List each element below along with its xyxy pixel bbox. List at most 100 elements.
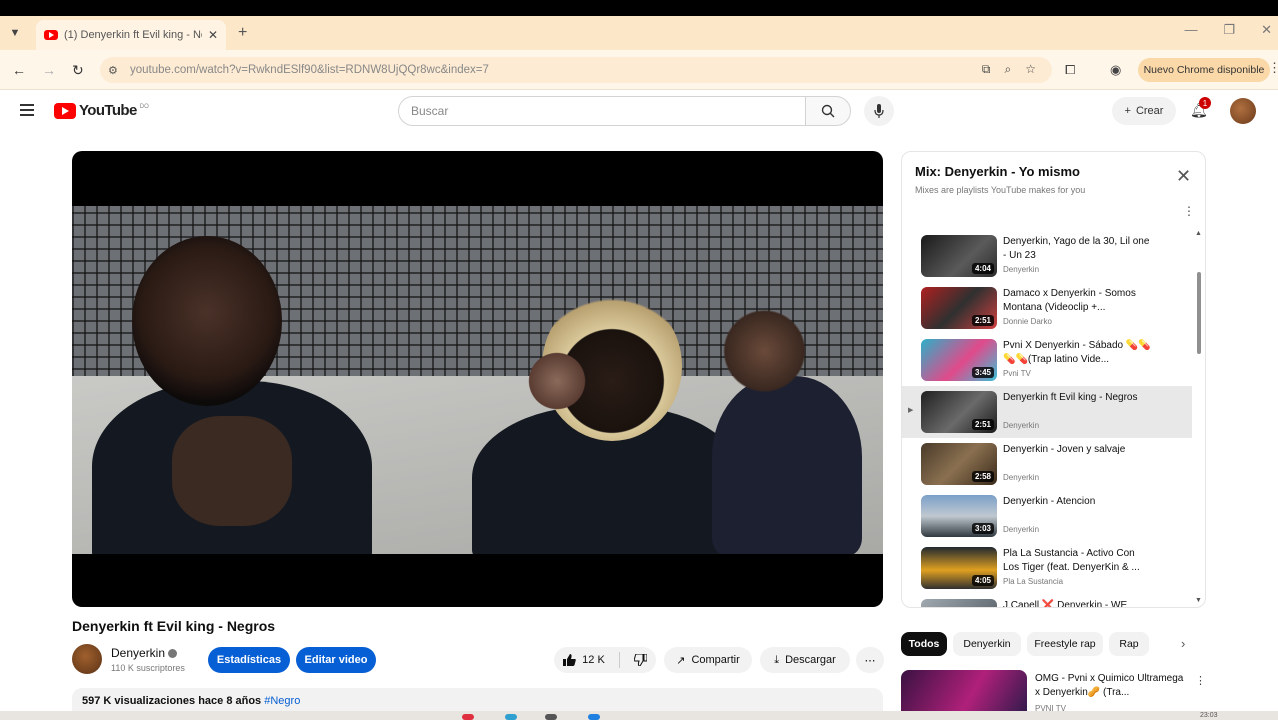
create-label: Crear [1135, 105, 1164, 117]
new-tab-plus-icon[interactable]: + [238, 24, 247, 42]
taskbar-app-icon[interactable] [545, 714, 557, 720]
playlist-item[interactable]: J Capell ❌ Denyerkin - WE [902, 594, 1192, 608]
playlist-item-channel: Pla La Sustancia [1003, 577, 1064, 586]
scroll-down-arrow-icon[interactable]: ▼ [1195, 597, 1202, 604]
duration-badge: 2:51 [971, 315, 994, 326]
chrome-menu-kebab-icon[interactable]: ⋮ [1268, 60, 1278, 76]
like-button[interactable]: 12 K [563, 654, 605, 666]
voice-search-button[interactable] [864, 96, 894, 126]
taskbar-app-icon[interactable] [462, 714, 474, 720]
account-avatar[interactable] [1230, 98, 1256, 124]
duration-badge: 3:45 [971, 367, 994, 378]
window-close-icon[interactable]: ✕ [1261, 22, 1272, 38]
playlist-item-channel: Denyerkin [1003, 525, 1040, 534]
tab-close-icon[interactable]: ✕ [208, 28, 218, 42]
os-taskbar: 23:03 [0, 711, 1278, 720]
duration-badge: 4:05 [971, 575, 994, 586]
chip-rap[interactable]: Rap [1109, 632, 1149, 656]
playlist-item-title: Denyerkin - Atencion [1003, 496, 1096, 507]
chip-denyerkin[interactable]: Denyerkin [953, 632, 1021, 656]
screen-top-bezel [0, 0, 1278, 16]
chip-todos[interactable]: Todos [901, 632, 947, 656]
search-input[interactable] [411, 104, 805, 118]
playlist-more-kebab-icon[interactable]: ⋮ [1183, 204, 1195, 218]
playlist-item-title: Damaco x Denyerkin - Somos Montana (Vide… [1003, 288, 1136, 313]
restore-icon[interactable]: ❐ [1223, 22, 1235, 38]
search-button[interactable] [805, 96, 851, 126]
video-figure-left-head [132, 236, 282, 406]
playlist-item[interactable]: 4:05 Pla La Sustancia - Activo Con Los T… [902, 542, 1192, 594]
playlist-item-title: J Capell ❌ Denyerkin - WE [1003, 600, 1128, 608]
video-owner-row: Denyerkin 110 K suscriptores Estadística… [72, 644, 884, 676]
duration-badge: 2:51 [971, 419, 994, 430]
url-text: youtube.com/watch?v=RwkndESlf90&list=RDN… [130, 64, 489, 76]
download-button[interactable]: ⤓ Descargar [760, 647, 850, 673]
subscriber-count: 110 K suscriptores [111, 663, 185, 673]
playlist-item-thumbnail: 2:58 [921, 443, 997, 485]
back-arrow-icon[interactable]: ← [12, 62, 26, 78]
playlist-item-thumbnail: 2:51 [921, 287, 997, 329]
verified-badge-icon [168, 649, 178, 659]
playlist-item-channel: Denyerkin [1003, 265, 1040, 274]
playlist-item-title: Pla La Sustancia - Activo Con Los Tiger … [1003, 548, 1140, 573]
share-label: Compartir [691, 654, 740, 666]
analytics-button[interactable]: Estadísticas [208, 647, 290, 673]
playlist-item-channel: Pvni TV [1003, 369, 1031, 378]
taskbar-app-icon[interactable] [588, 714, 600, 720]
scroll-up-arrow-icon[interactable]: ▲ [1195, 230, 1202, 237]
youtube-play-logo-icon [54, 102, 76, 119]
profile-icon[interactable]: ◉ [1110, 62, 1121, 78]
zoom-icon[interactable]: ⌕ [1005, 62, 1012, 77]
playlist-title[interactable]: Mix: Denyerkin - Yo mismo [915, 164, 1080, 179]
thumbs-up-icon [563, 654, 576, 666]
edit-video-button[interactable]: Editar video [296, 647, 376, 673]
thumbs-down-icon[interactable] [633, 654, 647, 666]
share-button[interactable]: ↗ Compartir [664, 647, 752, 673]
address-bar[interactable]: ⚙ youtube.com/watch?v=RwkndESlf90&list=R… [100, 57, 1052, 83]
taskbar-app-icon[interactable] [505, 714, 517, 720]
tab-search-chevron-icon[interactable]: ▼ [0, 18, 30, 48]
browser-tab-bar: ▼ (1) Denyerkin ft Evil king - Negro ✕ +… [0, 16, 1278, 50]
reload-icon[interactable]: ↻ [72, 62, 84, 79]
notifications-bell-icon[interactable]: 🔔︎ 1 [1190, 97, 1211, 119]
channel-name-row[interactable]: Denyerkin [111, 646, 178, 660]
browser-toolbar: ← → ↻ ⚙ youtube.com/watch?v=RwkndESlf90&… [0, 50, 1278, 90]
install-app-icon[interactable]: ⧉ [982, 62, 991, 77]
chrome-update-button[interactable]: Nuevo Chrome disponible [1138, 58, 1270, 82]
close-icon[interactable]: ✕ [1176, 166, 1191, 187]
youtube-logo[interactable]: YouTube DO [54, 102, 149, 119]
playlist-item[interactable]: 3:03 Denyerkin - Atencion Denyerkin [902, 490, 1192, 542]
playlist-item-active[interactable]: ▶ 2:51 Denyerkin ft Evil king - Negros D… [902, 386, 1192, 438]
playlist-item[interactable]: 3:45 Pvni X Denyerkin - Sábado 💊💊💊💊(Trap… [902, 334, 1192, 386]
duration-badge: 2:58 [971, 471, 994, 482]
duration-badge: 3:03 [971, 523, 994, 534]
browser-tab-active[interactable]: (1) Denyerkin ft Evil king - Negro ✕ [36, 20, 226, 50]
chips-next-chevron-icon[interactable]: › [1181, 636, 1185, 651]
site-info-icon[interactable]: ⚙ [108, 64, 130, 77]
playlist-item[interactable]: 2:51 Damaco x Denyerkin - Somos Montana … [902, 282, 1192, 334]
video-frame [72, 206, 883, 554]
search-field[interactable] [398, 96, 806, 126]
video-player[interactable] [72, 151, 883, 607]
recommended-video-title: OMG - Pvni x Quimico Ultramega x Denyerk… [1035, 673, 1184, 698]
chip-freestyle-rap[interactable]: Freestyle rap [1027, 632, 1103, 656]
playlist-item[interactable]: 4:04 Denyerkin, Yago de la 30, Lil one -… [902, 230, 1192, 282]
playlist-scrollbar-thumb[interactable] [1197, 272, 1201, 354]
bookmark-star-icon[interactable]: ☆ [1025, 62, 1036, 77]
recommended-more-kebab-icon[interactable]: ⋮ [1195, 674, 1206, 687]
create-button[interactable]: + Crear [1112, 97, 1176, 125]
forward-arrow-icon[interactable]: → [42, 62, 56, 78]
channel-name[interactable]: Denyerkin [111, 646, 165, 660]
guide-menu-icon[interactable] [20, 104, 34, 119]
tab-title: (1) Denyerkin ft Evil king - Negro [64, 29, 202, 41]
hashtag-link[interactable]: #Negro [264, 695, 300, 707]
minimize-icon[interactable]: — [1184, 22, 1197, 38]
playlist-item-thumbnail: 3:03 [921, 495, 997, 537]
playlist-item-title: Denyerkin - Joven y salvaje [1003, 444, 1126, 455]
plus-icon: + [1124, 105, 1131, 117]
logo-region-code: DO [139, 103, 149, 110]
extensions-puzzle-icon[interactable]: ⧠ [1065, 62, 1075, 78]
playlist-item[interactable]: 2:58 Denyerkin - Joven y salvaje Denyerk… [902, 438, 1192, 490]
more-actions-button[interactable]: ⋯ [856, 647, 884, 673]
channel-avatar[interactable] [72, 644, 102, 674]
